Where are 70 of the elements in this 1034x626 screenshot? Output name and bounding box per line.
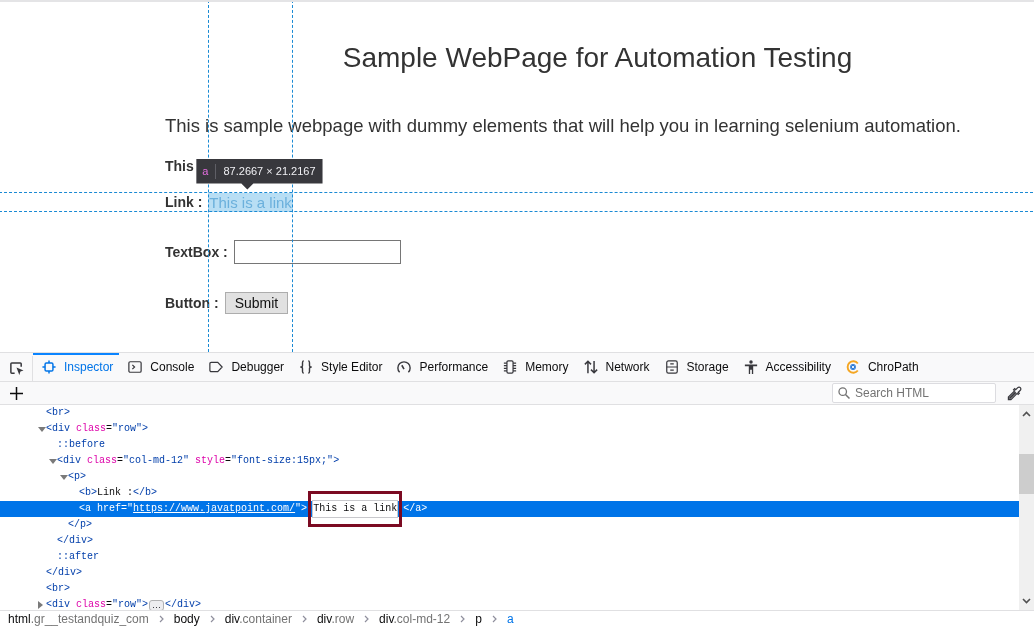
- triangle-down-icon[interactable]: [38, 426, 46, 432]
- tag-shape-icon: [209, 360, 224, 374]
- plus-icon: [10, 386, 23, 400]
- page-title: Sample WebPage for Automation Testing: [341, 41, 854, 75]
- chevron-right-icon: [301, 614, 307, 623]
- devtools-tab[interactable]: Accessibility: [734, 353, 837, 381]
- eyedropper-icon: [1006, 385, 1022, 401]
- markup-row[interactable]: </p>: [0, 517, 1019, 533]
- cursor-box-icon: [8, 361, 24, 376]
- field-label: Button :: [165, 294, 219, 313]
- chevron-right-icon: [364, 614, 370, 623]
- breadcrumb-item[interactable]: div.container: [222, 611, 294, 626]
- triangle-down-icon[interactable]: [60, 474, 68, 480]
- chevron-right-icon: [460, 614, 466, 623]
- intro-text: This is sample webpage with dummy elements that will help you in learning selenium automation.: [165, 114, 962, 138]
- breadcrumb-item[interactable]: div.row: [314, 611, 357, 626]
- breadcrumb-item[interactable]: p: [473, 611, 484, 626]
- chevron-right-icon: [491, 614, 497, 623]
- devtools-tab[interactable]: Debugger: [200, 353, 291, 381]
- breadcrumb-item[interactable]: a: [504, 611, 516, 626]
- field-label: Link :: [165, 193, 203, 212]
- markup-row[interactable]: <div class="col-md-12" style="font-size:15px;">: [0, 453, 1019, 469]
- devtools-tab[interactable]: Network: [574, 353, 656, 381]
- submit-button[interactable]: Submit: [224, 292, 289, 314]
- search-icon: [838, 387, 850, 399]
- devtools-tab[interactable]: ChroPath: [836, 353, 925, 381]
- tag-name-label: a: [202, 163, 217, 179]
- memory-chip-icon: [503, 360, 518, 374]
- ring-logo-icon: [845, 360, 860, 374]
- search-field[interactable]: Search HTML: [832, 383, 996, 403]
- prompt-box-icon: [128, 360, 143, 374]
- scrollbar-thumb[interactable]: [1019, 454, 1034, 494]
- markup-row[interactable]: ::after: [0, 549, 1019, 565]
- eyedropper-button[interactable]: [1006, 385, 1022, 401]
- triangle-down-icon[interactable]: [49, 458, 57, 464]
- devtools-tab[interactable]: Performance: [388, 353, 495, 381]
- breadcrumb-item[interactable]: body: [171, 611, 202, 626]
- devtools-tab[interactable]: Inspector: [33, 353, 120, 381]
- breadcrumb-item[interactable]: div.col-md-12: [377, 611, 453, 626]
- chevron-right-icon: [209, 614, 215, 623]
- square-frame-icon: [42, 360, 56, 374]
- devtools-tab[interactable]: Style Editor: [290, 353, 389, 381]
- markup-row[interactable]: <b>Link :</b>: [0, 485, 1019, 501]
- field-label: This: [165, 157, 194, 176]
- markup-row[interactable]: <a href="https://www.javatpoint.com/"> This is a link </a>: [0, 501, 1019, 517]
- breadcrumb-item[interactable]: html.gr__testandquiz_com: [6, 611, 151, 626]
- markup-row[interactable]: <br>: [0, 405, 1019, 421]
- markup-row[interactable]: </div>: [0, 533, 1019, 549]
- scroll-down-icon[interactable]: [1022, 598, 1031, 604]
- up-down-arrows-icon: [583, 360, 598, 374]
- markup-row[interactable]: <p>: [0, 469, 1019, 485]
- text-input[interactable]: [233, 240, 401, 264]
- url-link[interactable]: https://www.javatpoint.com/: [133, 501, 296, 517]
- devtools-tab[interactable]: Storage: [655, 353, 735, 381]
- curly-braces-icon: [299, 360, 314, 374]
- person-icon: [743, 360, 758, 374]
- field-label: TextBox :: [165, 243, 228, 262]
- scroll-up-icon[interactable]: [1022, 411, 1031, 417]
- chevron-right-icon: [158, 614, 164, 623]
- add-button[interactable]: [9, 385, 24, 401]
- markup-row[interactable]: </div>: [0, 565, 1019, 581]
- markup-row[interactable]: ::before: [0, 437, 1019, 453]
- dimensions-label: 87.2667 × 21.2167: [222, 163, 316, 179]
- devtools-tab[interactable]: Console: [119, 353, 201, 381]
- markup-row[interactable]: <div class="row">: [0, 421, 1019, 437]
- devtools-tab[interactable]: Memory: [494, 353, 575, 381]
- markup-row[interactable]: <br>: [0, 581, 1019, 597]
- triangle-right-icon[interactable]: [38, 601, 43, 609]
- gauge-icon: [397, 360, 412, 374]
- cabinet-icon: [664, 360, 679, 374]
